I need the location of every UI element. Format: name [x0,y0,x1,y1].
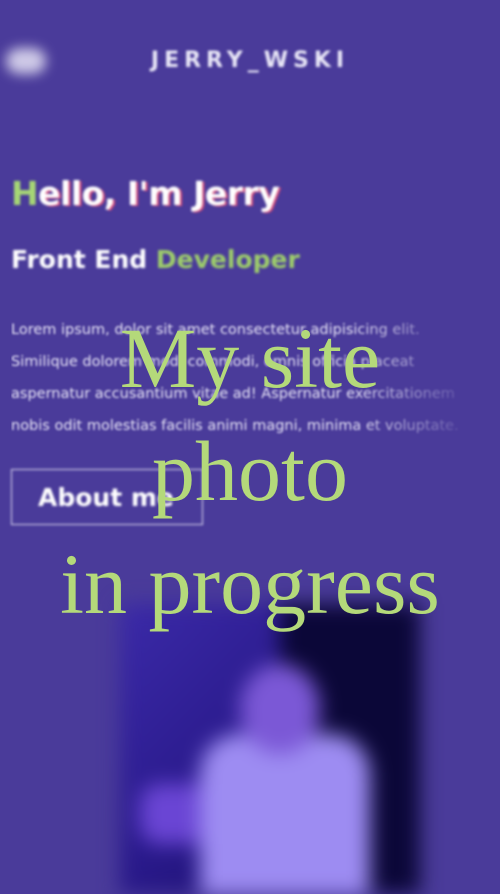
profile-photo [120,604,420,894]
landing-page: JERRY_WSKI Hello, I'm Jerry Front End De… [0,0,500,894]
about-me-button[interactable]: About me [11,469,203,525]
role-prefix: Front End [11,245,156,274]
role-accent: Developer [155,245,300,274]
greeting-first-letter: H [11,174,39,213]
photo-figure-body [200,734,370,894]
greeting-rest: ello, I'm Jerry [38,174,280,213]
hero-greeting: Hello, I'm Jerry [11,174,481,213]
photo-figure-head [240,664,320,754]
hero-section: Hello, I'm Jerry Front End Developer [11,174,481,274]
hero-role: Front End Developer [11,245,481,274]
hero-intro-text: Lorem ipsum, dolor sit amet consectetur … [11,322,459,434]
site-logo[interactable]: JERRY_WSKI [0,48,500,73]
